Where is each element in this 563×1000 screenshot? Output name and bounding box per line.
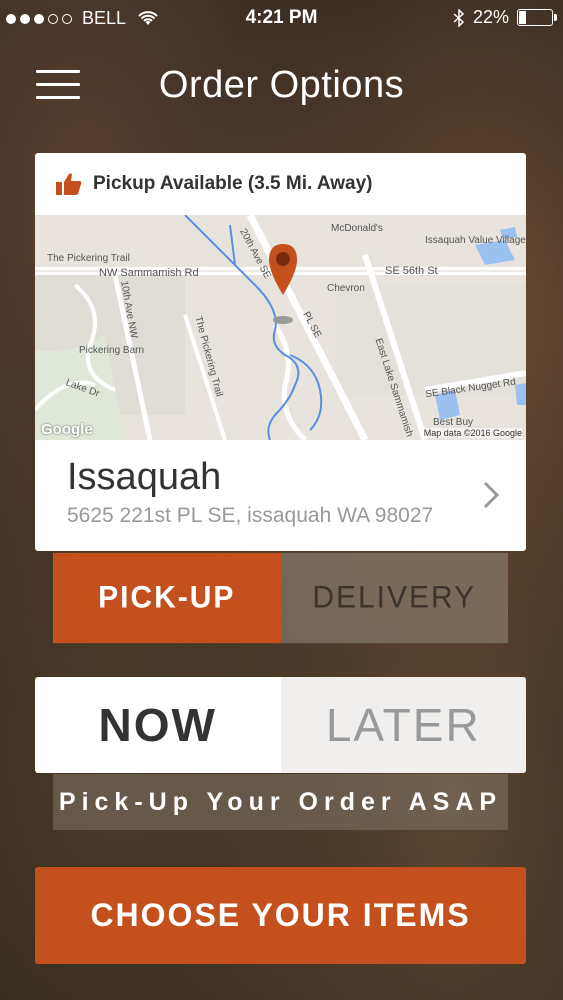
store-location-row[interactable]: Issaquah 5625 221st PL SE, issaquah WA 9… (35, 440, 526, 551)
map-view[interactable]: McDonald's Issaquah Value Village The Pi… (35, 215, 526, 440)
page-title: Order Options (158, 64, 405, 106)
status-right: 22% (453, 7, 557, 28)
store-city: Issaquah (67, 456, 222, 498)
pickup-availability: Pickup Available (3.5 Mi. Away) (93, 173, 373, 194)
battery-percent: 22% (472, 7, 509, 27)
map-label: Pickering Barn (79, 345, 145, 356)
now-button[interactable]: NOW (35, 677, 281, 773)
map-label: NW Sammamish Rd (99, 267, 199, 279)
map-label: McDonald's (331, 223, 383, 234)
app-header: Order Options (0, 54, 563, 118)
map-credit: Map data ©2016 Google (423, 428, 522, 438)
fulfillment-toggle: PICK-UP DELIVERY (53, 552, 508, 644)
chevron-right-icon (483, 481, 500, 509)
map-graphic (35, 215, 526, 440)
map-label: Best Buy (433, 417, 474, 428)
bluetooth-icon (453, 8, 465, 27)
choose-items-button[interactable]: CHOOSE YOUR ITEMS (35, 867, 526, 964)
google-logo: Google (41, 421, 93, 438)
battery-level (519, 11, 527, 24)
map-label: Issaquah Value Village (425, 235, 526, 246)
map-label: Chevron (327, 283, 365, 294)
map-label: SE 56th St (385, 265, 438, 277)
timing-note: Pick-Up Your Order ASAP (53, 774, 508, 830)
map-label: The Pickering Trail (47, 253, 130, 264)
availability-row: Pickup Available (3.5 Mi. Away) (35, 153, 526, 215)
delivery-button[interactable]: DELIVERY (280, 552, 508, 644)
battery-icon (517, 9, 557, 26)
later-button[interactable]: LATER (280, 677, 526, 773)
status-bar: BELL 4:21 PM 22% (0, 0, 563, 36)
store-address: 5625 221st PL SE, issaquah WA 98027 (67, 504, 434, 527)
timing-toggle: NOW LATER (35, 677, 526, 773)
pickup-button[interactable]: PICK-UP (53, 552, 281, 644)
location-card: Pickup Available (3.5 Mi. Away) McDonald… (35, 153, 526, 551)
thumbs-up-icon (56, 173, 82, 195)
